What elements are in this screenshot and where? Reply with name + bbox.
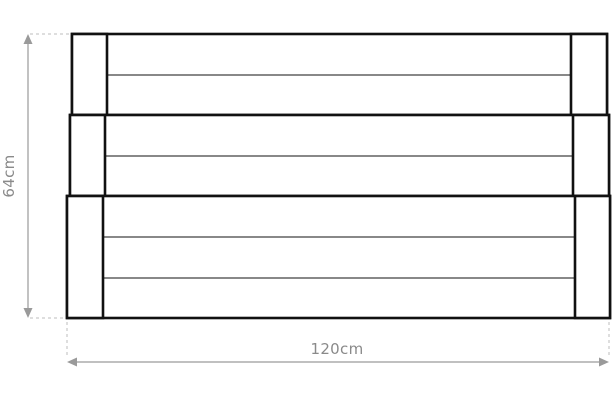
width-label: 120cm (311, 340, 364, 358)
tier-top-left-post (70, 32, 109, 117)
planter (65, 32, 612, 320)
tier-middle (68, 113, 611, 198)
tier-top (70, 32, 609, 117)
tier-middle-left-post (68, 113, 107, 198)
tier-middle-right-post (571, 113, 611, 198)
tier-bottom (65, 194, 612, 320)
width-arrow-left (67, 357, 77, 367)
width-arrow-right (599, 357, 609, 367)
tier-bottom-frame (65, 194, 612, 320)
height-label: 64cm (0, 154, 18, 197)
height-dimension: 64cm (0, 33, 70, 319)
height-arrow-top (23, 34, 33, 44)
tier-bottom-right-post (573, 194, 612, 320)
height-arrow-bottom (23, 308, 33, 318)
tier-top-frame (70, 32, 609, 117)
tier-top-right-post (569, 32, 609, 117)
tier-middle-frame (68, 113, 611, 198)
width-dimension: 120cm (66, 322, 610, 367)
tier-bottom-left-post (65, 194, 105, 320)
planter-diagram: 64cm 120cm (0, 32, 612, 367)
